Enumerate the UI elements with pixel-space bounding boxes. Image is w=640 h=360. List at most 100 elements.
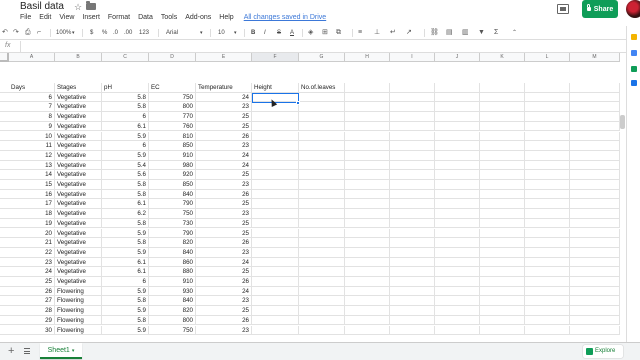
insert-link-icon[interactable]: ⛓ xyxy=(430,26,439,40)
sheet-tab-active[interactable]: Sheet1 ▾ xyxy=(40,343,82,359)
select-all-corner[interactable] xyxy=(0,53,9,62)
more-formats-button[interactable]: 123 xyxy=(139,26,149,40)
strikethrough-button[interactable]: S xyxy=(277,26,281,40)
empty-cell[interactable] xyxy=(390,92,435,103)
cell-temperature[interactable]: 23 xyxy=(196,102,252,113)
empty-cell[interactable] xyxy=(299,209,345,219)
empty-cell[interactable] xyxy=(480,112,525,122)
row-number[interactable] xyxy=(0,209,9,219)
empty-cell[interactable] xyxy=(525,315,570,326)
cell-stage[interactable]: Vegetative xyxy=(55,180,102,190)
empty-cell[interactable] xyxy=(252,150,299,161)
cell-ph[interactable]: 5.8 xyxy=(102,218,149,229)
empty-cell[interactable] xyxy=(570,112,620,122)
header-cell-height[interactable]: Height xyxy=(252,83,299,93)
empty-cell[interactable] xyxy=(252,199,299,210)
functions-icon[interactable]: Σ xyxy=(494,26,498,40)
empty-cell[interactable] xyxy=(435,92,480,103)
empty-cell[interactable] xyxy=(435,160,480,171)
header-cell-days[interactable]: Days xyxy=(9,83,55,93)
empty-cell[interactable] xyxy=(435,112,480,122)
empty-cell[interactable] xyxy=(570,209,620,219)
cell-ph[interactable]: 6.1 xyxy=(102,257,149,268)
cell-days[interactable]: 7 xyxy=(9,102,55,113)
empty-cell[interactable] xyxy=(390,131,435,142)
empty-cell[interactable] xyxy=(525,209,570,219)
empty-cell[interactable] xyxy=(525,228,570,239)
empty-cell[interactable] xyxy=(345,257,390,268)
cell-days[interactable]: 21 xyxy=(9,238,55,248)
row-number[interactable] xyxy=(0,277,9,287)
empty-cell[interactable] xyxy=(390,315,435,326)
column-header-f[interactable]: F xyxy=(252,53,299,62)
empty-cell[interactable] xyxy=(345,277,390,287)
add-sheet-icon[interactable]: + xyxy=(8,346,14,357)
cell-ph[interactable]: 5.9 xyxy=(102,286,149,297)
cell-stage[interactable]: Flowering xyxy=(55,286,102,297)
cell-ec[interactable]: 760 xyxy=(149,121,196,132)
empty-cell[interactable] xyxy=(435,257,480,268)
vertical-scrollbar[interactable] xyxy=(620,115,625,129)
column-header-l[interactable]: L xyxy=(525,53,570,62)
empty-cell[interactable] xyxy=(299,296,345,307)
empty-cell[interactable] xyxy=(525,102,570,113)
empty-cell[interactable] xyxy=(252,306,299,316)
cell-ec[interactable]: 840 xyxy=(149,247,196,258)
cell-ec[interactable]: 850 xyxy=(149,141,196,151)
cell-temperature[interactable]: 25 xyxy=(196,199,252,210)
cell-stage[interactable]: Vegetative xyxy=(55,150,102,161)
cell-stage[interactable]: Vegetative xyxy=(55,141,102,151)
header-cell-ec[interactable]: EC xyxy=(149,83,196,93)
empty-cell[interactable] xyxy=(345,180,390,190)
text-wrap-icon[interactable]: ↵ xyxy=(390,26,396,40)
cell-stage[interactable]: Vegetative xyxy=(55,209,102,219)
cell-days[interactable]: 20 xyxy=(9,228,55,239)
column-header-h[interactable]: H xyxy=(345,53,390,62)
chevron-down-icon[interactable]: ▾ xyxy=(200,26,203,40)
cell-ec[interactable]: 860 xyxy=(149,257,196,268)
text-rotation-icon[interactable]: ↗ xyxy=(406,26,412,40)
empty-cell[interactable] xyxy=(435,286,480,297)
currency-button[interactable]: $ xyxy=(90,26,93,40)
header-cell-stages[interactable]: Stages xyxy=(55,83,102,93)
empty-cell[interactable] xyxy=(390,112,435,122)
cell-temperature[interactable]: 25 xyxy=(196,121,252,132)
row-number[interactable] xyxy=(0,258,9,268)
cell-ec[interactable]: 910 xyxy=(149,277,196,287)
empty-cell[interactable] xyxy=(480,131,525,142)
empty-cell[interactable] xyxy=(390,160,435,171)
empty-cell[interactable] xyxy=(345,325,390,336)
cell-ec[interactable]: 850 xyxy=(149,180,196,190)
merge-cells-icon[interactable]: ⧉ xyxy=(336,26,341,40)
empty-cell[interactable] xyxy=(525,92,570,103)
empty-cell[interactable] xyxy=(570,315,620,326)
empty-cell[interactable] xyxy=(252,238,299,248)
formula-input[interactable] xyxy=(20,41,620,52)
empty-cell[interactable] xyxy=(299,238,345,248)
cell-days[interactable]: 30 xyxy=(9,325,55,336)
cell-stage[interactable]: Vegetative xyxy=(55,257,102,268)
empty-cell[interactable] xyxy=(480,83,525,93)
cell-days[interactable]: 9 xyxy=(9,121,55,132)
font-select[interactable]: Arial xyxy=(166,26,178,40)
cell-ph[interactable]: 6.1 xyxy=(102,267,149,277)
empty-cell[interactable] xyxy=(252,180,299,190)
zoom-select[interactable]: 100% xyxy=(56,26,71,40)
empty-cell[interactable] xyxy=(480,180,525,190)
empty-cell[interactable] xyxy=(480,121,525,132)
empty-cell[interactable] xyxy=(570,286,620,297)
empty-cell[interactable] xyxy=(435,209,480,219)
cell-ph[interactable]: 5.9 xyxy=(102,306,149,316)
cell-ec[interactable]: 910 xyxy=(149,150,196,161)
empty-cell[interactable] xyxy=(435,150,480,161)
cell-temperature[interactable]: 24 xyxy=(196,257,252,268)
column-header-m[interactable]: M xyxy=(570,53,620,62)
empty-cell[interactable] xyxy=(480,170,525,180)
cell-days[interactable]: 10 xyxy=(9,131,55,142)
empty-cell[interactable] xyxy=(480,160,525,171)
cell-days[interactable]: 12 xyxy=(9,150,55,161)
empty-cell[interactable] xyxy=(570,306,620,316)
vertical-align-icon[interactable]: ⊥ xyxy=(374,26,380,40)
cell-stage[interactable]: Vegetative xyxy=(55,102,102,113)
empty-cell[interactable] xyxy=(390,141,435,151)
